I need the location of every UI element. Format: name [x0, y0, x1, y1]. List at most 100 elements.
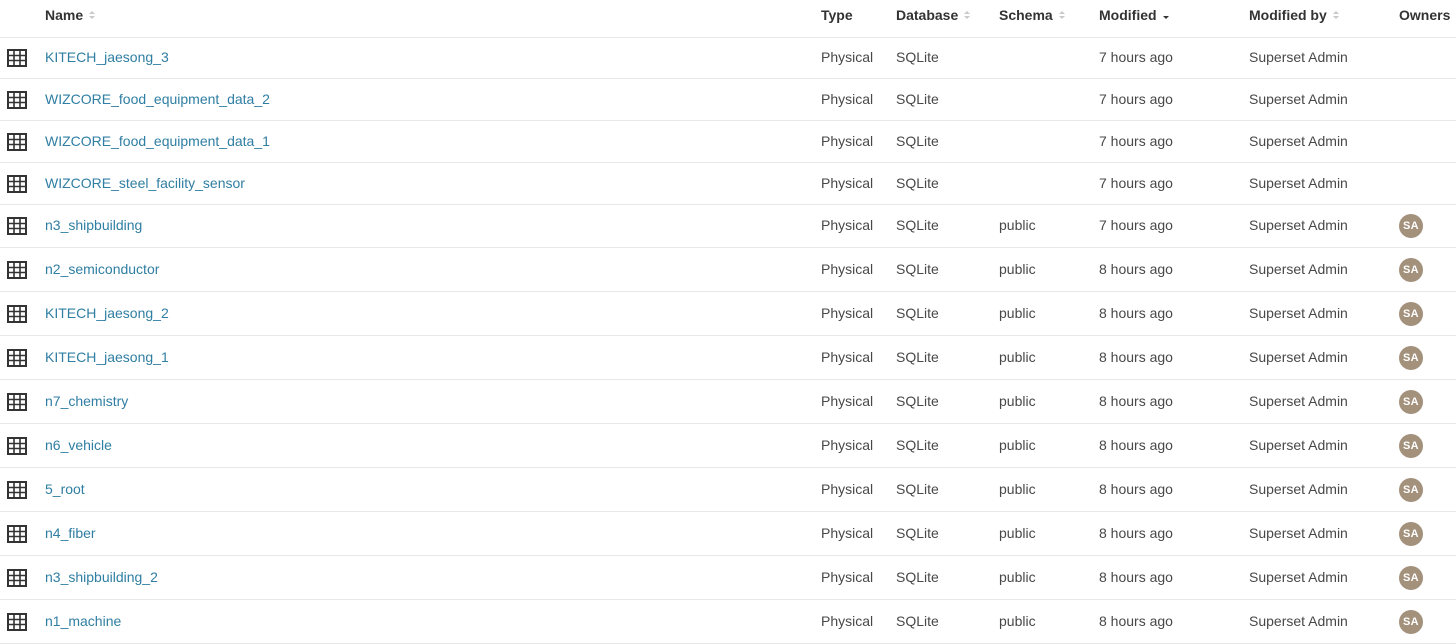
dataset-name-link[interactable]: n6_vehicle [45, 437, 112, 453]
dataset-modified-by: Superset Admin [1249, 175, 1348, 191]
table-grid-icon [7, 393, 27, 411]
owner-avatar[interactable]: SA [1399, 258, 1423, 282]
dataset-modified: 8 hours ago [1099, 569, 1173, 585]
column-header-modified-by[interactable]: Modified by [1249, 7, 1339, 23]
dataset-modified-by: Superset Admin [1249, 133, 1348, 149]
dataset-name-link[interactable]: KITECH_jaesong_2 [45, 305, 169, 321]
sort-icon[interactable] [1332, 11, 1339, 19]
table-row[interactable]: n7_chemistry Physical SQLite public 8 hours … [0, 380, 1456, 424]
dataset-name-link[interactable]: WIZCORE_food_equipment_data_2 [45, 91, 270, 107]
dataset-schema: public [999, 481, 1036, 497]
dataset-name-link[interactable]: n3_shipbuilding_2 [45, 569, 158, 585]
owner-avatar[interactable]: SA [1399, 478, 1423, 502]
owner-avatar[interactable]: SA [1399, 390, 1423, 414]
table-grid-icon [7, 261, 27, 279]
dataset-database: SQLite [896, 481, 939, 497]
owner-avatar[interactable]: SA [1399, 522, 1423, 546]
table-grid-icon [7, 437, 27, 455]
table-grid-icon [7, 481, 27, 499]
dataset-type: Physical [821, 613, 874, 629]
dataset-modified: 8 hours ago [1099, 349, 1173, 365]
column-header-schema-label: Schema [999, 7, 1053, 23]
column-header-name[interactable]: Name [45, 7, 96, 23]
dataset-database: SQLite [896, 217, 939, 233]
table-row[interactable]: KITECH_jaesong_2 Physical SQLite public 8 ho… [0, 292, 1456, 336]
dataset-modified-by: Superset Admin [1249, 569, 1348, 585]
dataset-modified-by: Superset Admin [1249, 349, 1348, 365]
dataset-database: SQLite [896, 393, 939, 409]
table-row[interactable]: 5_root Physical SQLite public 8 hours ago Sup… [0, 468, 1456, 512]
table-row[interactable]: n2_semiconductor Physical SQLite public 8 ho… [0, 248, 1456, 292]
table-row[interactable]: KITECH_jaesong_1 Physical SQLite public 8 ho… [0, 336, 1456, 380]
dataset-name-link[interactable]: n1_machine [45, 613, 121, 629]
table-row[interactable]: n6_vehicle Physical SQLite public 8 hours ag… [0, 424, 1456, 468]
table-row[interactable]: n3_shipbuilding_2 Physical SQLite public 8 h… [0, 556, 1456, 600]
dataset-name-link[interactable]: n2_semiconductor [45, 261, 159, 277]
dataset-modified-by: Superset Admin [1249, 91, 1348, 107]
dataset-type: Physical [821, 349, 874, 365]
table-row[interactable]: n3_shipbuilding Physical SQLite public 7 hou… [0, 205, 1456, 248]
table-body: KITECH_jaesong_3 Physical SQLite 7 hours ag… [0, 38, 1456, 644]
dataset-database: SQLite [896, 569, 939, 585]
column-header-schema[interactable]: Schema [999, 7, 1065, 23]
column-header-type: Type [821, 7, 853, 23]
dataset-name-link[interactable]: n7_chemistry [45, 393, 128, 409]
dataset-name-link[interactable]: KITECH_jaesong_1 [45, 349, 169, 365]
dataset-schema: public [999, 613, 1036, 629]
table-row[interactable]: n1_machine Physical SQLite public 8 hours ag… [0, 600, 1456, 644]
datasets-table: Name Type Database Schema Modified Modif… [0, 0, 1456, 644]
dataset-name-link[interactable]: 5_root [45, 481, 85, 497]
column-header-owners: Owners [1399, 7, 1450, 23]
dataset-type: Physical [821, 49, 874, 65]
dataset-modified-by: Superset Admin [1249, 393, 1348, 409]
dataset-schema: public [999, 569, 1036, 585]
table-row[interactable]: WIZCORE_steel_facility_sensor Physical SQL… [0, 163, 1456, 205]
owner-avatar[interactable]: SA [1399, 566, 1423, 590]
dataset-modified: 7 hours ago [1099, 217, 1173, 233]
dataset-modified: 8 hours ago [1099, 261, 1173, 277]
dataset-modified-by: Superset Admin [1249, 613, 1348, 629]
owner-avatar[interactable]: SA [1399, 434, 1423, 458]
column-header-modified[interactable]: Modified [1099, 7, 1169, 23]
table-grid-icon [7, 525, 27, 543]
dataset-name-link[interactable]: n3_shipbuilding [45, 217, 142, 233]
sort-icon[interactable] [89, 11, 96, 19]
table-row[interactable]: KITECH_jaesong_3 Physical SQLite 7 hours ag… [0, 38, 1456, 79]
dataset-database: SQLite [896, 91, 939, 107]
sort-icon[interactable] [1058, 11, 1065, 19]
table-row[interactable]: n4_fiber Physical SQLite public 8 hours ago S… [0, 512, 1456, 556]
column-header-name-label: Name [45, 7, 84, 23]
column-header-database[interactable]: Database [896, 7, 971, 23]
dataset-database: SQLite [896, 437, 939, 453]
dataset-database: SQLite [896, 525, 939, 541]
table-row[interactable]: WIZCORE_food_equipment_data_1 Physical SQL… [0, 121, 1456, 163]
dataset-modified: 7 hours ago [1099, 175, 1173, 191]
dataset-modified-by: Superset Admin [1249, 217, 1348, 233]
dataset-modified: 8 hours ago [1099, 437, 1173, 453]
dataset-type: Physical [821, 481, 874, 497]
dataset-type: Physical [821, 305, 874, 321]
owner-avatar[interactable]: SA [1399, 610, 1423, 634]
sort-icon[interactable] [964, 11, 971, 19]
table-row[interactable]: WIZCORE_food_equipment_data_2 Physical SQL… [0, 79, 1456, 121]
dataset-name-link[interactable]: WIZCORE_steel_facility_sensor [45, 175, 245, 191]
dataset-type: Physical [821, 133, 874, 149]
dataset-name-link[interactable]: WIZCORE_food_equipment_data_1 [45, 133, 270, 149]
dataset-name-link[interactable]: KITECH_jaesong_3 [45, 49, 169, 65]
dataset-modified: 8 hours ago [1099, 305, 1173, 321]
dataset-name-link[interactable]: n4_fiber [45, 525, 96, 541]
table-grid-icon [7, 613, 27, 631]
dataset-database: SQLite [896, 175, 939, 191]
owner-avatar[interactable]: SA [1399, 302, 1423, 326]
dataset-modified: 8 hours ago [1099, 481, 1173, 497]
owner-avatar[interactable]: SA [1399, 214, 1423, 238]
dataset-modified-by: Superset Admin [1249, 305, 1348, 321]
column-header-modified-by-label: Modified by [1249, 7, 1327, 23]
owner-avatar[interactable]: SA [1399, 346, 1423, 370]
sort-desc-icon[interactable] [1162, 11, 1169, 19]
dataset-modified-by: Superset Admin [1249, 481, 1348, 497]
table-grid-icon [7, 133, 27, 151]
dataset-schema: public [999, 217, 1036, 233]
dataset-database: SQLite [896, 305, 939, 321]
dataset-database: SQLite [896, 49, 939, 65]
